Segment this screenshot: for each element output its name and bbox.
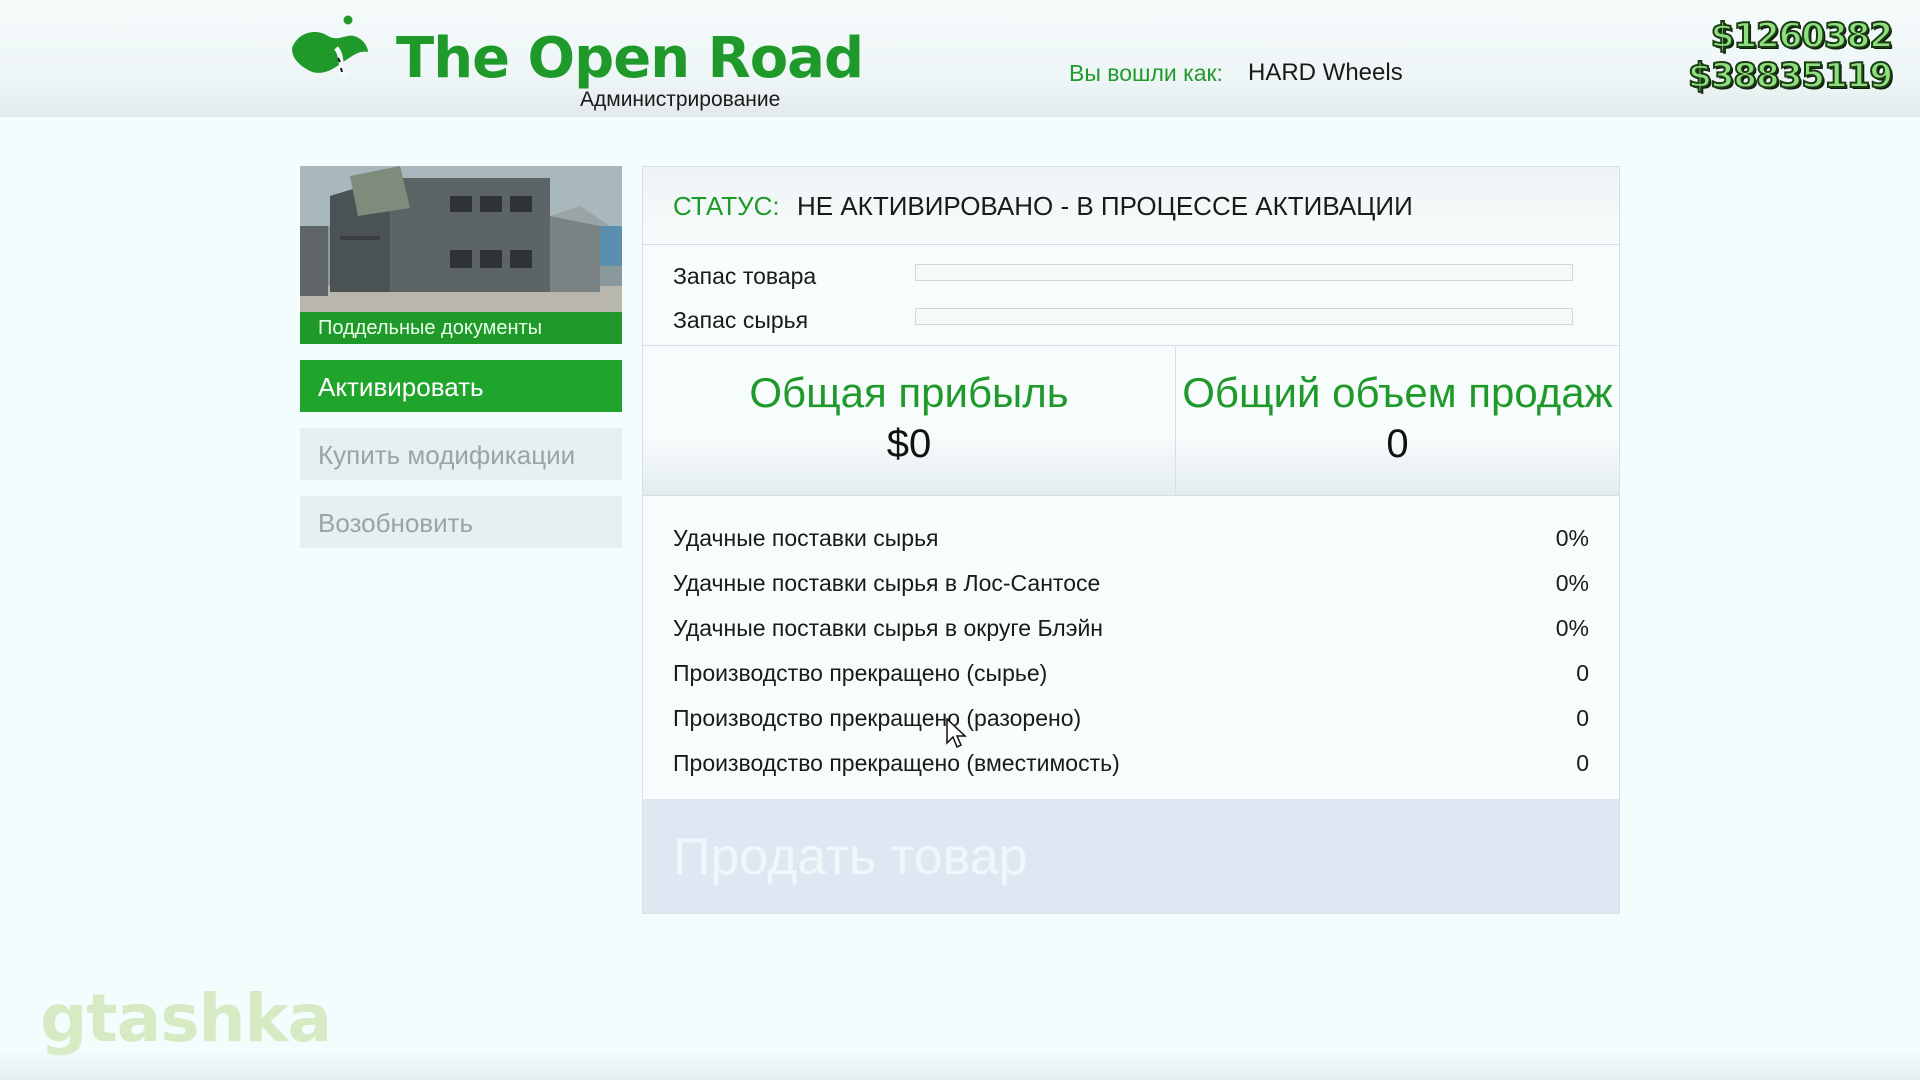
property-caption: Поддельные документы: [300, 312, 622, 344]
status-value: НЕ АКТИВИРОВАНО - В ПРОЦЕССЕ АКТИВАЦИИ: [797, 191, 1413, 221]
stat-label: Производство прекращено (разорено): [673, 705, 1082, 731]
login-username: HARD Wheels: [1248, 59, 1403, 86]
business-panel: СТАТУС: НЕ АКТИВИРОВАНО - В ПРОЦЕССЕ АКТ…: [642, 166, 1620, 914]
supplies-stock-bar: [915, 308, 1573, 325]
total-earnings-value: $0: [886, 422, 932, 466]
open-road-logo-icon: [292, 15, 368, 77]
stat-value: 0%: [1555, 525, 1589, 551]
totals-section: Общая прибыль $0 Общий объем продаж 0: [643, 346, 1619, 496]
sell-product-label: Продать товар: [673, 828, 1028, 886]
stat-value: 0: [1576, 705, 1589, 731]
product-stock-bar: [915, 264, 1573, 281]
status-label: СТАТУС:: [673, 191, 780, 221]
bottom-fade: [0, 1050, 1920, 1080]
total-sales-value: 0: [1386, 422, 1409, 466]
stat-row: Производство прекращено (сырье) 0: [673, 660, 1589, 690]
buy-upgrades-button[interactable]: Купить модификации: [300, 428, 622, 480]
total-earnings: Общая прибыль $0: [643, 368, 1175, 470]
stat-label: Производство прекращено (вместимость): [673, 750, 1120, 776]
stat-label: Производство прекращено (сырье): [673, 660, 1048, 686]
stat-label: Удачные поставки сырья в Лос-Сантосе: [673, 570, 1101, 596]
total-earnings-title: Общая прибыль: [749, 369, 1069, 416]
property-image: Поддельные документы: [300, 166, 622, 344]
resume-button[interactable]: Возобновить: [300, 496, 622, 548]
total-sales-title: Общий объем продаж: [1182, 369, 1613, 416]
stat-value: 0: [1576, 750, 1589, 776]
site-header: The Open Road Администрирование Вы вошли…: [0, 0, 1920, 117]
supplies-stock-label: Запас сырья: [673, 307, 809, 333]
sell-product-button[interactable]: Продать товар: [643, 799, 1619, 913]
mouse-cursor-icon: [946, 718, 967, 749]
total-sales: Общий объем продаж 0: [1176, 368, 1619, 470]
site-subtitle: Администрирование: [580, 88, 781, 111]
stat-row: Удачные поставки сырья в Лос-Сантосе 0%: [673, 570, 1589, 600]
cash-counter: $1260382: [1710, 15, 1894, 57]
stat-value: 0: [1576, 660, 1589, 686]
stat-value: 0%: [1555, 570, 1589, 596]
stat-row: Производство прекращено (разорено) 0: [673, 705, 1589, 735]
stat-label: Удачные поставки сырья в округе Блэйн: [673, 615, 1104, 641]
watermark-text: gtashka: [40, 980, 332, 1057]
activate-button[interactable]: Активировать: [300, 360, 622, 412]
stat-row: Производство прекращено (вместимость) 0: [673, 750, 1589, 780]
stat-row: Удачные поставки сырья в округе Блэйн 0%: [673, 615, 1589, 645]
bank-counter: $38835119: [1687, 55, 1894, 97]
status-row: СТАТУС: НЕ АКТИВИРОВАНО - В ПРОЦЕССЕ АКТ…: [643, 167, 1619, 245]
stat-value: 0%: [1555, 615, 1589, 641]
site-title: The Open Road: [396, 26, 864, 91]
stat-row: Удачные поставки сырья 0%: [673, 525, 1589, 555]
product-stock-label: Запас товара: [673, 263, 817, 289]
stat-label: Удачные поставки сырья: [673, 525, 939, 551]
login-label: Вы вошли как:: [1069, 60, 1223, 86]
